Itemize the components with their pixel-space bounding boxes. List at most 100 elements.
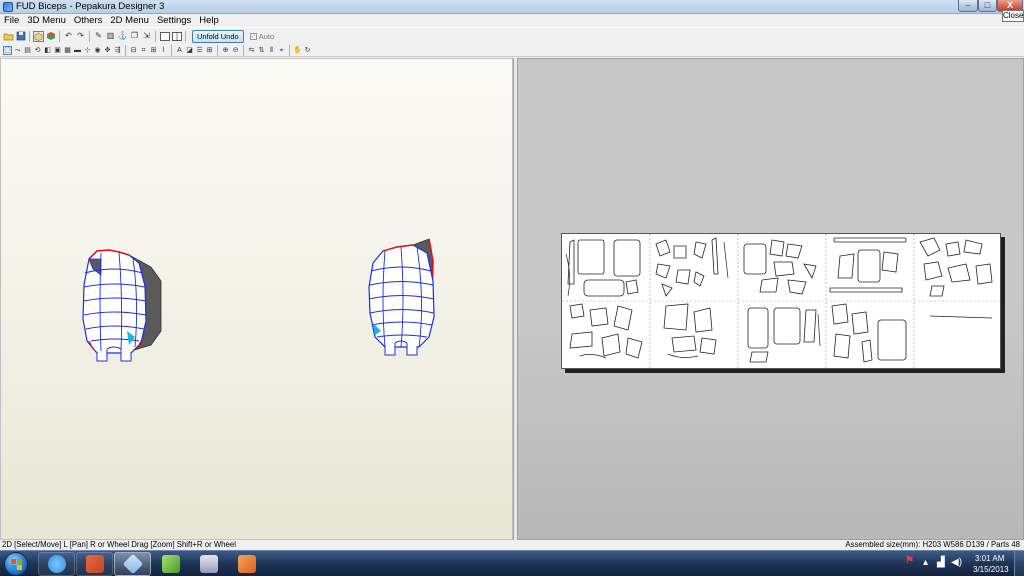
join-edges-icon[interactable]: ⤳ [13, 46, 22, 55]
edge-id-icon[interactable]: ⊞ [149, 46, 158, 55]
windows-taskbar: ⚑ ▴ ▟ ◀) 3:01 AM 3/15/2013 [0, 550, 1024, 576]
rotate-part-icon[interactable]: ⟲ [33, 46, 42, 55]
textures-icon[interactable]: ▦ [63, 46, 72, 55]
toolbar-separator [89, 30, 90, 42]
pattern-sheet[interactable] [561, 233, 1001, 369]
taskbar-app-notepad[interactable] [152, 552, 189, 576]
show-desktop-button[interactable] [1014, 551, 1024, 576]
toolbar-separator [125, 44, 126, 56]
grid-icon[interactable]: ⊞ [205, 46, 214, 55]
zoom-out-icon[interactable]: ⊖ [231, 46, 240, 55]
taskbar-app-office[interactable] [228, 552, 265, 576]
fold-line-icon[interactable]: ⌗ [139, 46, 148, 55]
network-icon[interactable]: ▟ [937, 558, 945, 568]
3d-view-pane[interactable] [0, 58, 513, 540]
windows-logo-icon [11, 559, 22, 570]
minimize-part-icon[interactable]: ▬ [73, 46, 82, 55]
tab-toggle-icon[interactable]: ⊟ [129, 46, 138, 55]
view-3d-icon[interactable] [33, 30, 44, 42]
office-app-icon [237, 555, 256, 573]
menu-settings[interactable]: Settings [153, 14, 195, 27]
textured-model-icon[interactable] [45, 31, 56, 42]
close-tooltip: Close [1002, 10, 1024, 22]
open-file-icon[interactable] [3, 31, 14, 42]
notepad-plus-plus-icon [161, 555, 180, 573]
flap-icon[interactable]: ◧ [43, 46, 52, 55]
2d-layout-pane[interactable] [517, 58, 1024, 540]
mirror-icon[interactable]: ⇅ [257, 46, 266, 55]
cut-line-icon[interactable]: ⌇ [159, 46, 168, 55]
menu-file[interactable]: File [0, 14, 23, 27]
taskbar-app-game[interactable] [190, 552, 227, 576]
show-hidden-icons-icon[interactable]: ▴ [923, 558, 928, 568]
menu-help[interactable]: Help [195, 14, 223, 27]
toolbar-separator [59, 30, 60, 42]
layer-icon[interactable]: ☰ [195, 46, 204, 55]
menu-others[interactable]: Others [70, 14, 107, 27]
anchor-icon[interactable]: ⚓ [117, 31, 128, 42]
sheet-icon[interactable]: ▤ [23, 46, 32, 55]
menu-2d[interactable]: 2D Menu [106, 14, 153, 27]
window-title: FUD Biceps - Pepakura Designer 3 [16, 1, 165, 12]
start-button[interactable] [4, 552, 28, 576]
toolbar-separator [243, 44, 244, 56]
toolbar-separator [289, 44, 290, 56]
toolbar-separator [171, 44, 172, 56]
color-icon[interactable]: ◉ [93, 46, 102, 55]
pepakura-icon [122, 553, 143, 575]
snap-icon[interactable]: ⊹ [83, 46, 92, 55]
title-bar[interactable]: FUD Biceps - Pepakura Designer 3 – □ X [0, 0, 1024, 14]
status-hint-text: 2D [Select/Move] L [Pan] R or Wheel Drag… [2, 540, 236, 549]
main-toolbar: ↶ ↷ ✎ ▥ ⚓ ❐ ⇲ Unfold Undo ✓ Auto [0, 27, 1024, 44]
action-center-warning-icon[interactable]: ⚑ [905, 556, 914, 566]
distribute-icon[interactable]: ⫴ [267, 46, 276, 55]
taskbar-app-internet-explorer[interactable] [38, 552, 75, 576]
export-icon[interactable]: ⇲ [141, 31, 152, 42]
edit-tool-icon[interactable]: ✎ [93, 31, 104, 42]
tools-toolbar: ⬚ ⤳ ▤ ⟲ ◧ ▣ ▦ ▬ ⊹ ◉ ✥ ⇶ ⊟ ⌗ ⊞ ⌇ A ◪ ☰ ⊞ … [0, 44, 1024, 57]
redo-icon[interactable]: ↷ [75, 31, 86, 42]
align-icon[interactable]: ⇶ [113, 46, 122, 55]
pepakura-app-icon[interactable] [3, 2, 13, 12]
orbit-icon[interactable]: ↻ [303, 46, 312, 55]
select-tool-icon[interactable]: ⬚ [3, 45, 12, 55]
taskbar-app-pepakura[interactable] [114, 552, 151, 576]
auto-label: Auto [258, 31, 275, 41]
maximize-button[interactable]: □ [978, 0, 997, 12]
3d-model-canvas[interactable] [1, 59, 513, 540]
single-window-icon[interactable] [159, 31, 170, 42]
bicep-mesh-right[interactable] [368, 238, 435, 356]
bicep-mesh-left[interactable] [82, 249, 162, 362]
zoom-in-icon[interactable]: ⊕ [221, 46, 230, 55]
menu-3d[interactable]: 3D Menu [23, 14, 70, 27]
toolbar-separator [155, 30, 156, 42]
text-tool-icon[interactable]: A [175, 46, 184, 55]
clock-time[interactable]: 3:01 AM [975, 554, 1004, 563]
3d-app-icon [85, 555, 104, 573]
auto-checkbox[interactable]: ✓ Auto [249, 31, 275, 41]
unfolded-parts-canvas[interactable] [562, 234, 1000, 368]
print-area-icon[interactable]: ▣ [53, 46, 62, 55]
pan-icon[interactable]: ✋ [293, 46, 302, 55]
status-bar: 2D [Select/Move] L [Pan] R or Wheel Drag… [0, 540, 1024, 550]
flip-icon[interactable]: ⇆ [247, 46, 256, 55]
image-tool-icon[interactable]: ◪ [185, 46, 194, 55]
save-icon[interactable] [15, 31, 26, 42]
checkbox-check-icon: ✓ [249, 32, 257, 40]
game-app-icon [199, 555, 218, 573]
toolbar-separator [185, 30, 186, 42]
toolbar-separator [217, 44, 218, 56]
clock-date[interactable]: 3/15/2013 [973, 565, 1009, 574]
unfold-icon[interactable]: ▥ [105, 31, 116, 42]
copy-icon[interactable]: ❐ [129, 31, 140, 42]
split-window-icon[interactable] [171, 31, 182, 42]
assembled-size-text: Assembled size(mm): H203 W586 D139 / Par… [845, 540, 1020, 549]
unfold-undo-button[interactable]: Unfold Undo [192, 29, 244, 43]
move-part-icon[interactable]: ✥ [103, 46, 112, 55]
undo-icon[interactable]: ↶ [63, 31, 74, 42]
taskbar-app-3d[interactable] [76, 552, 113, 576]
center-icon[interactable]: ⌖ [277, 46, 286, 55]
minimize-button[interactable]: – [958, 0, 978, 12]
volume-icon[interactable]: ◀) [951, 558, 962, 568]
menu-bar: File 3D Menu Others 2D Menu Settings Hel… [0, 14, 1024, 27]
